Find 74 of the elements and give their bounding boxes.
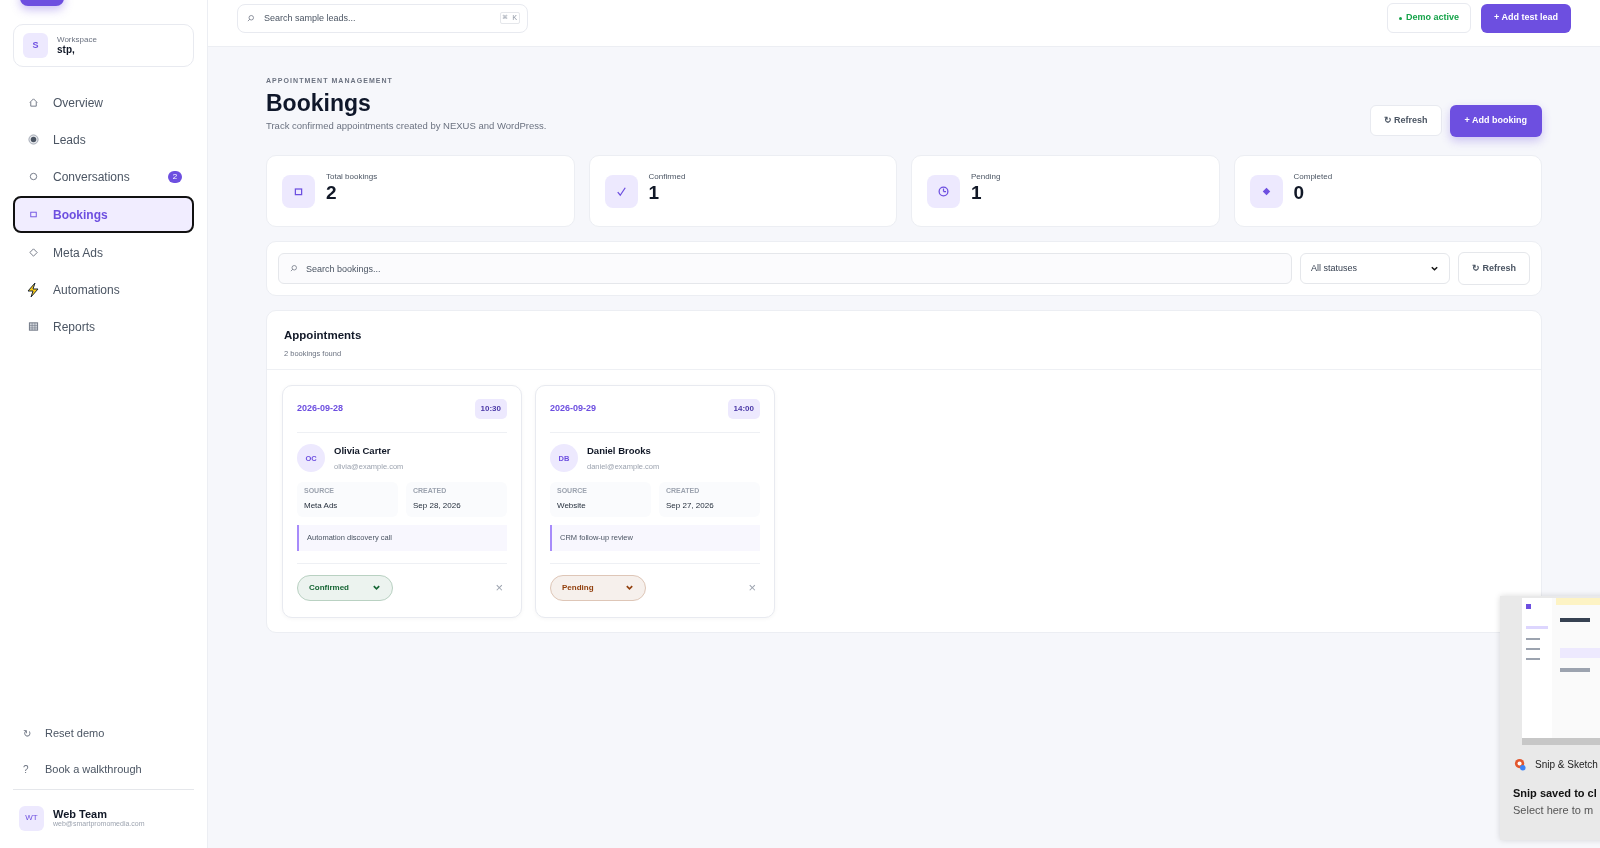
refresh-button[interactable]: ↻ Refresh [1458, 252, 1530, 286]
notification-title: Snip saved to cl [1512, 786, 1598, 801]
nav-label: Bookings [53, 206, 109, 224]
link-icon: ↻ [23, 725, 33, 741]
link-label: Book a walkthrough [45, 761, 142, 777]
add-booking-button[interactable]: + Add booking [1449, 105, 1542, 138]
stat-label: Pending [971, 170, 1001, 183]
booking-date: 2026-09-28 [297, 402, 344, 416]
status-select[interactable]: Confirmed [297, 574, 393, 601]
stat-label: Confirmed [648, 170, 686, 183]
page-title: Bookings [266, 90, 372, 116]
notification-toast[interactable]: Snip & Sketch Snip saved to cl Select here to m [1500, 596, 1600, 840]
search-icon [246, 13, 255, 23]
user-name: Web Team [53, 807, 108, 821]
nav-label: Conversations [53, 168, 131, 186]
workspace-label: Workspace [57, 35, 97, 45]
notification-body: Select here to m [1512, 802, 1595, 818]
sidebar-link[interactable]: ↻ Reset demo [13, 715, 194, 751]
chevron-down-icon [625, 583, 634, 593]
nav-label: Reports [53, 318, 97, 336]
chevron-down-icon [372, 583, 381, 593]
link-label: Reset demo [45, 725, 105, 741]
search-icon [289, 264, 298, 274]
page-subtitle: Track confirmed appointments created by NEXUS and WordPress. [266, 118, 548, 133]
refresh-button[interactable]: ↻ Refresh [1369, 105, 1442, 137]
user-avatar: WT [19, 805, 44, 831]
time-badge: 10:30 [474, 399, 507, 420]
status-select[interactable]: Pending [550, 574, 646, 601]
circle-icon [27, 171, 39, 182]
table-icon [27, 321, 39, 332]
radio-dot-icon [27, 134, 39, 145]
link-icon: ? [23, 761, 33, 777]
field-value: Meta Ads [304, 499, 339, 512]
stat-value: 0 [1293, 182, 1306, 204]
field-value: Sep 27, 2026 [666, 499, 715, 512]
nav-label: Overview [53, 94, 104, 112]
nav-item[interactable]: Leads [13, 121, 194, 158]
shortcut-hint: ⌘ K [499, 11, 520, 24]
nav-label: Automations [53, 281, 121, 299]
stat-label: Total bookings [326, 170, 378, 183]
contact-name: Olivia Carter [334, 444, 392, 459]
stat-value: 2 [326, 182, 338, 204]
nav-item[interactable]: Meta Ads [13, 234, 194, 271]
field-value: Sep 28, 2026 [413, 499, 462, 512]
diamond-icon [27, 247, 39, 258]
workspace-name: stp, [57, 44, 76, 56]
sidebar-link[interactable]: ? Book a walkthrough [13, 751, 194, 787]
workspace-card[interactable]: S Workspace stp, [13, 24, 194, 67]
nav-item[interactable]: Reports [13, 308, 194, 345]
nav-item[interactable]: Automations [13, 271, 194, 308]
stat-value: 1 [648, 182, 661, 204]
nav-item[interactable]: Overview [13, 84, 194, 121]
nav-label: Meta Ads [53, 244, 105, 262]
panel-title: Appointments [284, 328, 363, 344]
nav-item[interactable]: Bookings [13, 196, 194, 233]
home-icon [27, 97, 39, 108]
chevron-down-icon [1430, 264, 1439, 274]
stat-value: 1 [971, 182, 983, 204]
lightning-icon [25, 281, 41, 298]
field-value: Website [557, 499, 587, 512]
contact-name: Daniel Brooks [587, 444, 652, 459]
add-lead-button[interactable]: + Add test lead [1481, 3, 1571, 33]
app-name: Snip & Sketch [1535, 758, 1598, 772]
nav-label: Leads [53, 131, 87, 149]
status-dropdown[interactable]: All statuses [1300, 253, 1450, 285]
count-badge: 2 [168, 170, 182, 183]
booking-date: 2026-09-29 [550, 402, 597, 416]
clock-icon [936, 183, 951, 199]
nav-item[interactable]: Conversations 2 [13, 158, 194, 195]
stat-label: Completed [1293, 170, 1333, 183]
time-badge: 14:00 [727, 399, 760, 420]
workspace-avatar: S [23, 33, 48, 58]
app-icon [1514, 758, 1527, 771]
search-field[interactable]: Search bookings... [278, 253, 1292, 285]
